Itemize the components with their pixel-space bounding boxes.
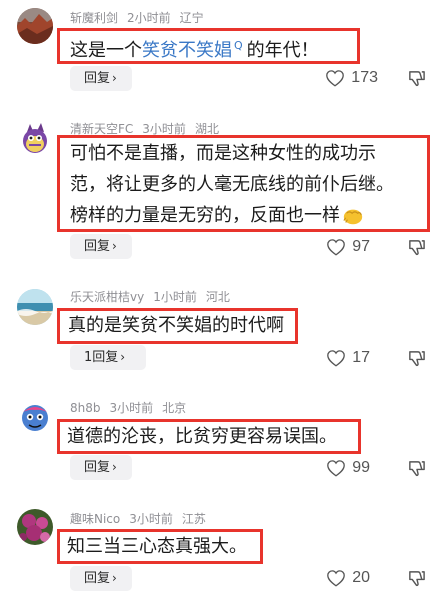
avatar[interactable] bbox=[17, 289, 53, 325]
chevron-right-icon: › bbox=[120, 350, 126, 364]
reply-button[interactable]: 1回复 › bbox=[70, 345, 146, 370]
reply-label: 回复 bbox=[84, 571, 111, 586]
like-count: 173 bbox=[351, 69, 378, 86]
timestamp: 1小时前 bbox=[153, 290, 197, 304]
dislike-icon[interactable] bbox=[407, 69, 426, 88]
comment-text-start: 这是一个 bbox=[70, 40, 142, 61]
comment-text-box: 可怕不是直播，而是这种女性的成功示 范，将让更多的人毫无底线的前仆后继。 榜样的… bbox=[57, 135, 430, 232]
search-icon[interactable]: Q bbox=[234, 39, 243, 52]
username[interactable]: 乐天派柑桔vy bbox=[70, 290, 144, 304]
like-button[interactable]: 20 bbox=[326, 567, 370, 589]
reply-button[interactable]: 回复 › bbox=[70, 234, 132, 259]
comment-text: 可怕不是直播，而是这种女性的成功示 范，将让更多的人毫无底线的前仆后继。 榜样的… bbox=[70, 138, 423, 231]
comment-text-end: 的年代！ bbox=[246, 40, 319, 61]
chevron-right-icon: › bbox=[112, 460, 117, 474]
dislike-icon[interactable] bbox=[407, 349, 426, 368]
reply-label: 回复 bbox=[84, 460, 111, 475]
comment-item: 乐天派柑桔vy 1小时前 河北 真的是笑贫不笑娼的时代啊 1回复 › 17 bbox=[0, 280, 444, 390]
timestamp: 3小时前 bbox=[109, 401, 154, 415]
avatar-cartoon-image bbox=[17, 120, 53, 156]
avatar[interactable] bbox=[17, 120, 53, 156]
chevron-right-icon: › bbox=[112, 71, 117, 85]
username[interactable]: 清新天空FC bbox=[70, 122, 133, 136]
comment-item: 8h8b 3小时前 北京 道德的沦丧，比贫穷更容易误国。 回复 › 99 bbox=[0, 390, 444, 500]
search-keyword-link[interactable]: 笑贫不笑娼 bbox=[142, 40, 232, 61]
heart-icon bbox=[326, 70, 345, 87]
username[interactable]: 斩魔利剑 bbox=[70, 11, 118, 25]
thumbs-down-icon bbox=[409, 461, 425, 477]
comment-text-box: 这是一个笑贫不笑娼 Q 的年代！ bbox=[57, 28, 360, 64]
comment-text: 这是一个笑贫不笑娼 Q 的年代！ bbox=[70, 31, 353, 66]
comment-text: 真的是笑贫不笑娼的时代啊 bbox=[68, 315, 284, 336]
timestamp: 3小时前 bbox=[142, 122, 186, 136]
comment-meta: 斩魔利剑 2小时前 辽宁 bbox=[70, 11, 213, 25]
like-count: 20 bbox=[352, 569, 370, 586]
thumbs-down-icon bbox=[409, 71, 425, 87]
location: 河北 bbox=[205, 290, 230, 304]
like-button[interactable]: 97 bbox=[326, 236, 370, 258]
avatar[interactable] bbox=[17, 8, 53, 44]
comment-meta: 清新天空FC 3小时前 湖北 bbox=[70, 122, 228, 136]
avatar-flower-image bbox=[17, 509, 53, 545]
comment-text-box: 道德的沦丧，比贫穷更容易误国。 bbox=[57, 419, 361, 454]
timestamp: 3小时前 bbox=[129, 512, 173, 526]
avatar[interactable] bbox=[17, 509, 53, 545]
reply-label: 回复 bbox=[84, 71, 111, 86]
thumbs-down-icon bbox=[409, 240, 425, 256]
comment-meta: 趣味Nico 3小时前 江苏 bbox=[70, 512, 215, 526]
timestamp: 2小时前 bbox=[127, 11, 171, 25]
dislike-icon[interactable] bbox=[407, 459, 426, 478]
avatar-cartoon-image bbox=[17, 400, 53, 436]
comment-text-line: 可怕不是直播，而是这种女性的成功示 bbox=[70, 143, 376, 164]
comment-text-box: 真的是笑贫不笑娼的时代啊 bbox=[57, 308, 298, 344]
avatar-landscape-image bbox=[17, 8, 53, 44]
reply-button[interactable]: 回复 › bbox=[70, 566, 132, 591]
chevron-right-icon: › bbox=[112, 239, 117, 253]
like-button[interactable]: 17 bbox=[326, 347, 370, 369]
reply-button[interactable]: 回复 › bbox=[70, 66, 132, 91]
comment-item: 趣味Nico 3小时前 江苏 知三当三心态真强大。 回复 › 20 bbox=[0, 500, 444, 592]
dislike-icon[interactable] bbox=[407, 569, 426, 588]
location: 江苏 bbox=[181, 512, 206, 526]
like-button[interactable]: 173 bbox=[325, 67, 378, 89]
chevron-right-icon: › bbox=[112, 571, 117, 585]
like-button[interactable]: 99 bbox=[326, 457, 370, 479]
fist-bump-emoji bbox=[343, 209, 363, 225]
comment-text-line: 范，将让更多的人毫无底线的前仆后继。 bbox=[70, 174, 394, 195]
heart-icon bbox=[327, 570, 346, 587]
like-count: 17 bbox=[352, 349, 370, 366]
heart-icon bbox=[327, 350, 346, 367]
like-count: 97 bbox=[352, 238, 370, 255]
like-count: 99 bbox=[352, 459, 370, 476]
comment-meta: 乐天派柑桔vy 1小时前 河北 bbox=[70, 290, 239, 304]
dislike-icon[interactable] bbox=[407, 238, 426, 257]
comment-text-line-content: 榜样的力量是无穷的，反面也一样 bbox=[70, 205, 340, 226]
comment-text-line: 榜样的力量是无穷的，反面也一样 bbox=[70, 200, 423, 231]
thumbs-down-icon bbox=[409, 571, 425, 587]
thumbs-down-icon bbox=[409, 351, 425, 367]
location: 辽宁 bbox=[179, 11, 204, 25]
comment-text: 知三当三心态真强大。 bbox=[67, 536, 247, 557]
reply-label: 1回复 bbox=[84, 350, 119, 365]
reply-label: 回复 bbox=[84, 239, 111, 254]
comment-meta: 8h8b 3小时前 北京 bbox=[70, 401, 195, 415]
heart-icon bbox=[327, 460, 346, 477]
comment-item: 斩魔利剑 2小时前 辽宁 这是一个笑贫不笑娼 Q 的年代！ 回复 › 173 bbox=[0, 0, 444, 110]
reply-button[interactable]: 回复 › bbox=[70, 455, 132, 480]
location: 北京 bbox=[162, 401, 187, 415]
avatar[interactable] bbox=[17, 400, 53, 436]
heart-icon bbox=[327, 239, 346, 256]
username[interactable]: 趣味Nico bbox=[70, 512, 120, 526]
location: 湖北 bbox=[194, 122, 219, 136]
comment-text-box: 知三当三心态真强大。 bbox=[57, 529, 263, 564]
username[interactable]: 8h8b bbox=[70, 401, 101, 415]
comment-item: 清新天空FC 3小时前 湖北 可怕不是直播，而是这种女性的成功示 范，将让更多的人毫… bbox=[0, 110, 444, 280]
comment-text: 道德的沦丧，比贫穷更容易误国。 bbox=[67, 426, 337, 447]
avatar-sea-image bbox=[17, 289, 53, 325]
